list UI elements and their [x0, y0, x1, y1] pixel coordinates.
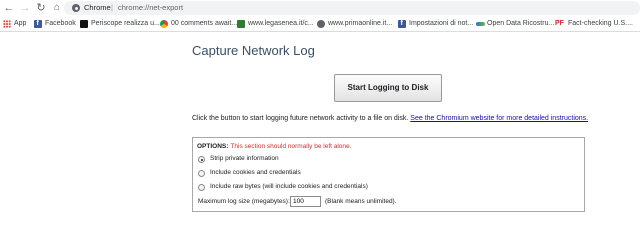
instructions-text: Click the button to start logging future…: [192, 115, 588, 122]
instructions-body: Click the button to start logging future…: [192, 115, 409, 122]
forward-arrow-icon[interactable]: →: [18, 0, 32, 16]
apps-grid-icon: [3, 20, 11, 28]
max-log-size-label: Maximum log size (megabytes):: [198, 198, 290, 205]
bookmark-label: Impostazioni di not...: [409, 20, 474, 27]
options-label: OPTIONS:: [197, 143, 229, 150]
browser-toolbar: ← → ↻ ⌂ Chrome | chrome://net-export: [0, 0, 640, 16]
page-title: Capture Network Log: [192, 43, 315, 58]
bookmark-label: www.primaonline.it...: [328, 20, 393, 27]
bookmark-label: Fact-checking U.S....: [568, 20, 633, 27]
reload-icon[interactable]: ↻: [34, 0, 48, 16]
address-bar[interactable]: Chrome | chrome://net-export: [64, 1, 640, 15]
facebook-icon: [398, 16, 406, 32]
max-log-size-hint: (Blank means unlimited).: [325, 198, 397, 205]
radio-label: Strip private information: [210, 155, 279, 162]
start-logging-button[interactable]: Start Logging to Disk: [334, 74, 442, 102]
max-log-size-input[interactable]: [290, 196, 321, 207]
globe-icon: [317, 20, 325, 28]
chrome-page-icon: [72, 4, 80, 12]
opendata-icon: [476, 20, 485, 28]
bookmark-label: www.legasenea.it/c...: [248, 20, 314, 27]
bookmark-label: 00 comments await...: [171, 20, 238, 27]
bookmark-label: Facebook: [45, 20, 76, 27]
radio-button[interactable]: [198, 184, 205, 191]
address-separator: |: [111, 3, 113, 12]
options-warning: This section should normally be left alo…: [230, 143, 352, 150]
site-label: Chrome: [84, 3, 111, 12]
back-arrow-icon[interactable]: ←: [2, 0, 16, 16]
options-header: OPTIONS: This section should normally be …: [197, 143, 351, 150]
radio-button-checked[interactable]: [198, 156, 205, 163]
radio-label: Include raw bytes (will include cookies …: [210, 183, 368, 190]
bookmark-label: App: [14, 20, 27, 27]
periscope-icon: [80, 20, 88, 28]
site-icon: [237, 20, 245, 28]
home-icon[interactable]: ⌂: [50, 0, 64, 16]
bookmark-label: Open Data Ricostru...: [487, 20, 555, 27]
bookmarks-bar: App Facebook Periscope realizza u... 00 …: [0, 16, 640, 32]
chrome-icon: [160, 20, 168, 28]
options-panel: OPTIONS: This section should normally be …: [192, 137, 585, 212]
facebook-icon: [34, 16, 42, 32]
radio-label: Include cookies and credentials: [210, 169, 301, 176]
radio-button[interactable]: [198, 170, 205, 177]
address-url[interactable]: chrome://net-export: [118, 1, 183, 15]
chromium-instructions-link[interactable]: See the Chromium website for more detail…: [410, 115, 588, 122]
politifact-icon: PF: [555, 20, 564, 27]
bookmark-label: Periscope realizza u...: [91, 20, 160, 27]
